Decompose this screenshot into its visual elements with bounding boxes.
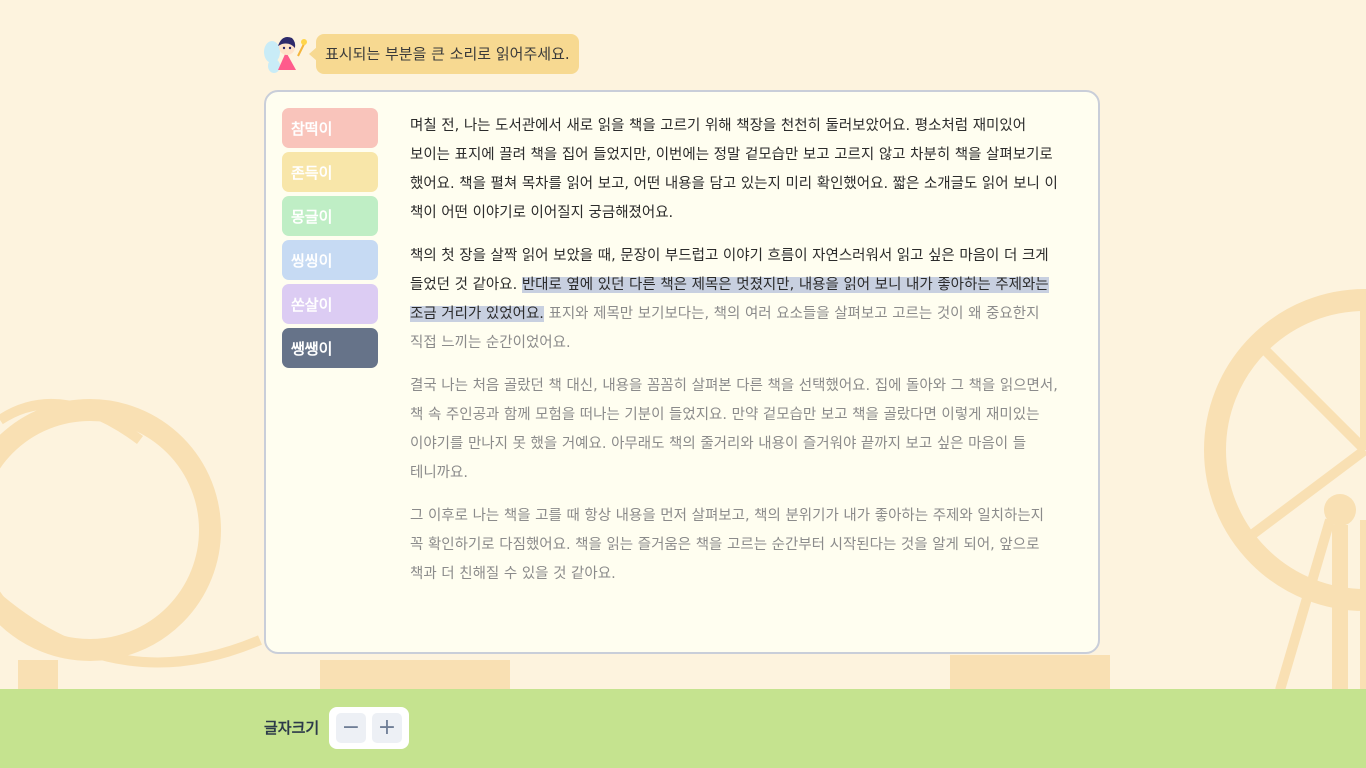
paragraph-4: 그 이후로 나는 책을 고를 때 항상 내용을 먼저 살펴보고, 책의 분위기가… (410, 508, 1045, 582)
reading-screen: 표시되는 부분을 큰 소리로 읽어주세요. 참떡이 존득이 몽글이 씽씽이 쏜살… (0, 0, 1366, 768)
bottom-toolbar: 글자크기 − + (0, 689, 1366, 768)
increase-font-button[interactable]: + (372, 713, 402, 743)
voice-button-jondeuk[interactable]: 존득이 (282, 152, 378, 192)
paragraph-3: 결국 나는 처음 골랐던 책 대신, 내용을 꼼꼼히 살펴본 다른 책을 선택했… (410, 378, 1058, 481)
instruction-banner: 표시되는 부분을 큰 소리로 읽어주세요. (262, 30, 579, 78)
voice-button-ssingssing[interactable]: 씽씽이 (282, 240, 378, 280)
reading-card: 참떡이 존득이 몽글이 씽씽이 쏜살이 쌩쌩이 며칠 전, 나는 도서관에서 새… (264, 90, 1100, 654)
voice-button-monggeul[interactable]: 몽글이 (282, 196, 378, 236)
voice-selector: 참떡이 존득이 몽글이 씽씽이 쏜살이 쌩쌩이 (282, 108, 378, 368)
paragraph-1: 며칠 전, 나는 도서관에서 새로 읽을 책을 고르기 위해 책장을 천천히 둘… (410, 118, 1058, 221)
reading-passage: 며칠 전, 나는 도서관에서 새로 읽을 책을 고르기 위해 책장을 천천히 둘… (410, 112, 1058, 603)
voice-button-ssonsal[interactable]: 쏜살이 (282, 284, 378, 324)
instruction-text: 표시되는 부분을 큰 소리로 읽어주세요. (309, 34, 579, 74)
font-size-stepper: − + (329, 707, 409, 749)
fairy-icon (264, 37, 307, 73)
voice-button-chamtteok[interactable]: 참떡이 (282, 108, 378, 148)
font-size-label: 글자크기 (264, 719, 320, 737)
voice-button-ssaengssaeng[interactable]: 쌩쌩이 (282, 328, 378, 368)
paragraph-2: 책의 첫 장을 살짝 읽어 보았을 때, 문장이 부드럽고 이야기 흐름이 자연… (410, 242, 1058, 358)
decrease-font-button[interactable]: − (336, 713, 366, 743)
